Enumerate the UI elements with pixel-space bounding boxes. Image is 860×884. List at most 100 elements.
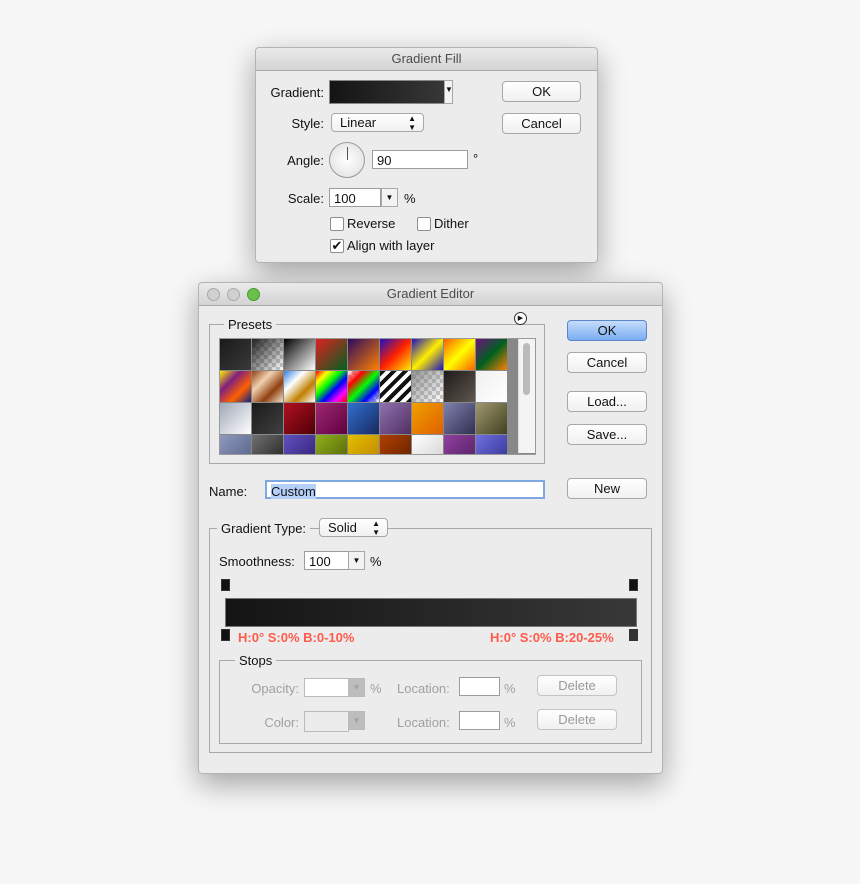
cancel-button[interactable]: Cancel: [502, 113, 581, 134]
angle-needle: [347, 147, 348, 160]
ok-button[interactable]: OK: [502, 81, 581, 102]
opacity-label: Opacity:: [251, 681, 299, 696]
preset-swatch[interactable]: [284, 339, 315, 370]
scale-input[interactable]: 100: [329, 188, 381, 207]
preset-swatch[interactable]: [444, 339, 475, 370]
name-input[interactable]: Custom: [265, 480, 545, 499]
right-stop-annotation: H:0° S:0% B:20-25%: [490, 630, 614, 645]
name-label: Name:: [209, 484, 248, 499]
new-button[interactable]: New: [567, 478, 647, 499]
reverse-label: Reverse: [347, 216, 396, 231]
left-stop-annotation: H:0° S:0% B:0-10%: [238, 630, 355, 645]
preset-swatch[interactable]: [412, 403, 443, 434]
updown-icon: ▲ ▼: [372, 519, 380, 537]
color-stop-right[interactable]: [629, 629, 638, 641]
preset-swatch[interactable]: [284, 403, 315, 434]
preset-swatch[interactable]: [476, 371, 507, 402]
preset-swatch[interactable]: [348, 339, 379, 370]
preset-swatch[interactable]: [220, 435, 251, 454]
preset-swatch[interactable]: [380, 371, 411, 402]
scrollbar-thumb[interactable]: [523, 343, 530, 395]
preset-swatch[interactable]: [316, 403, 347, 434]
preset-swatch[interactable]: [220, 371, 251, 402]
angle-input[interactable]: 90: [372, 150, 468, 169]
updown-icon: ▲ ▼: [408, 114, 416, 132]
preset-swatch[interactable]: [412, 435, 443, 454]
smoothness-dropdown[interactable]: ▼: [348, 551, 365, 570]
color-dropdown[interactable]: ▼: [348, 711, 365, 730]
preset-swatch[interactable]: [444, 371, 475, 402]
dither-checkbox[interactable]: [417, 217, 431, 231]
gradient-type-value: Solid: [328, 520, 357, 535]
preset-swatch[interactable]: [348, 435, 379, 454]
load-button[interactable]: Load...: [567, 391, 647, 412]
ok-button[interactable]: OK: [567, 320, 647, 341]
angle-label: Angle:: [287, 153, 324, 168]
preset-swatch[interactable]: [444, 435, 475, 454]
gradient-bar[interactable]: [225, 598, 637, 627]
opacity-stop-left[interactable]: [221, 579, 230, 591]
align-checkbox[interactable]: ✔: [330, 239, 344, 253]
opacity-location-unit: %: [504, 681, 516, 696]
preset-swatch[interactable]: [348, 371, 379, 402]
preset-swatch[interactable]: [252, 403, 283, 434]
gradient-preview[interactable]: [329, 80, 447, 104]
preset-swatch[interactable]: [252, 435, 283, 454]
preset-swatch[interactable]: [220, 403, 251, 434]
opacity-dropdown[interactable]: ▼: [348, 678, 365, 697]
preset-swatch[interactable]: [380, 435, 411, 454]
preset-swatch[interactable]: [316, 339, 347, 370]
gradient-type-select[interactable]: Solid ▲ ▼: [319, 518, 388, 537]
cancel-button[interactable]: Cancel: [567, 352, 647, 373]
color-swatch[interactable]: [304, 711, 349, 732]
gradient-fill-dialog: Gradient Fill Gradient: ▼ Style: Linear ▲…: [255, 47, 598, 263]
color-location-label: Location:: [397, 715, 450, 730]
preset-swatch[interactable]: [284, 371, 315, 402]
delete-color-stop-button[interactable]: Delete: [537, 709, 617, 730]
presets-menu-icon[interactable]: ▶: [514, 312, 527, 325]
preset-swatch[interactable]: [284, 435, 315, 454]
style-select[interactable]: Linear ▲ ▼: [331, 113, 424, 132]
opacity-stop-right[interactable]: [629, 579, 638, 591]
preset-swatch[interactable]: [252, 371, 283, 402]
align-label: Align with layer: [347, 238, 435, 253]
color-location-input[interactable]: [459, 711, 500, 730]
opacity-unit: %: [370, 681, 382, 696]
scale-dropdown[interactable]: ▼: [381, 188, 398, 207]
preset-swatch[interactable]: [476, 403, 507, 434]
color-location-unit: %: [504, 715, 516, 730]
zoom-window-button[interactable]: [247, 288, 260, 301]
stops-group: [219, 660, 642, 744]
preset-swatch[interactable]: [412, 371, 443, 402]
preset-swatch[interactable]: [412, 339, 443, 370]
opacity-input[interactable]: [304, 678, 349, 697]
reverse-checkbox[interactable]: [330, 217, 344, 231]
preset-swatch[interactable]: [476, 339, 507, 370]
preset-swatch[interactable]: [316, 435, 347, 454]
smoothness-label: Smoothness:: [219, 554, 295, 569]
color-stop-left[interactable]: [221, 629, 230, 641]
color-label: Color:: [264, 715, 299, 730]
gradient-label: Gradient:: [270, 85, 324, 100]
opacity-location-input[interactable]: [459, 677, 500, 696]
angle-unit: °: [473, 151, 479, 166]
smoothness-input[interactable]: 100: [304, 551, 349, 570]
preset-swatch[interactable]: [444, 403, 475, 434]
preset-swatch[interactable]: [380, 403, 411, 434]
angle-dial[interactable]: [329, 142, 365, 178]
gradient-type-label: Gradient Type:: [217, 521, 311, 536]
close-window-button[interactable]: [207, 288, 220, 301]
preset-swatch[interactable]: [348, 403, 379, 434]
delete-opacity-stop-button[interactable]: Delete: [537, 675, 617, 696]
name-value: Custom: [271, 484, 316, 499]
minimize-window-button[interactable]: [227, 288, 240, 301]
presets-scrollbar[interactable]: [518, 339, 535, 453]
preset-swatch[interactable]: [316, 371, 347, 402]
gradient-dropdown[interactable]: ▼: [444, 80, 453, 104]
preset-swatch[interactable]: [220, 339, 251, 370]
opacity-location-label: Location:: [397, 681, 450, 696]
preset-swatch[interactable]: [476, 435, 507, 454]
preset-swatch[interactable]: [252, 339, 283, 370]
save-button[interactable]: Save...: [567, 424, 647, 445]
preset-swatch[interactable]: [380, 339, 411, 370]
